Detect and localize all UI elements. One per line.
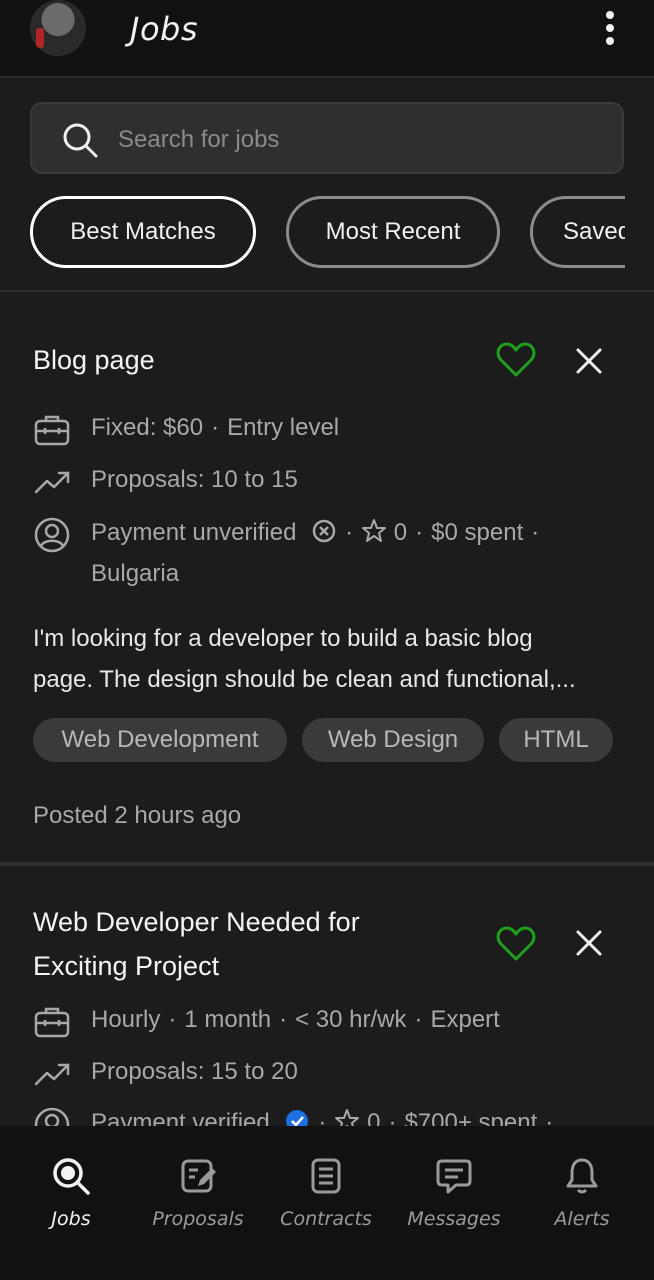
skill-tag[interactable]: Web Development — [33, 718, 287, 762]
experience-level: Entry level — [227, 414, 340, 441]
star-icon — [362, 519, 387, 542]
job-description[interactable]: I'm looking for a developer to build a b… — [33, 618, 623, 700]
proposals-count: Proposals: 10 to 15 — [91, 466, 298, 493]
nav-label: Messages — [407, 1208, 501, 1230]
nav-item-jobs[interactable]: Jobs — [7, 1156, 135, 1246]
heart-icon[interactable] — [496, 926, 536, 962]
nav-label: Jobs — [51, 1208, 91, 1230]
search-input[interactable] — [118, 120, 598, 160]
client-rating: 0 — [393, 519, 408, 546]
posted-time: Posted 2 hours ago — [33, 802, 242, 829]
user-circle-icon — [34, 517, 70, 553]
experience-level: Expert — [430, 1006, 500, 1033]
job-budget: Hourly — [91, 1006, 161, 1033]
more-options-icon[interactable] — [598, 8, 622, 48]
job-type-row: Hourly · 1 month · < 30 hr/wk · Expert — [33, 1002, 633, 1042]
job-budget: Fixed: $60 — [91, 414, 204, 441]
unverified-icon — [312, 519, 336, 543]
job-type-row: Fixed: $60 · Entry level — [33, 410, 633, 450]
tab-most-recent[interactable]: Most Recent — [286, 196, 500, 268]
client-location-row: Bulgaria — [33, 556, 633, 596]
close-icon[interactable] — [574, 928, 604, 958]
client-country: Bulgaria — [91, 560, 180, 587]
bottom-nav: Jobs Proposals Contracts Messages Alerts — [0, 1126, 654, 1280]
page-title: Jobs — [130, 10, 198, 48]
search-icon — [53, 1158, 90, 1195]
search-bar[interactable] — [30, 102, 624, 174]
job-duration: 1 month — [184, 1006, 272, 1033]
skill-tag[interactable]: Web Design — [302, 718, 484, 762]
job-title[interactable]: Blog page — [33, 338, 155, 382]
proposals-row: Proposals: 15 to 20 — [33, 1054, 633, 1094]
payment-status: Payment unverified — [91, 519, 297, 546]
edit-document-icon — [181, 1159, 216, 1193]
job-card[interactable]: Blog page Fixed: $60 · Entry level Proposa… — [0, 294, 654, 866]
briefcase-icon — [34, 1007, 70, 1038]
avatar[interactable] — [30, 0, 86, 56]
trending-up-icon — [34, 1063, 70, 1086]
document-list-icon — [311, 1158, 341, 1194]
job-card[interactable]: Web Developer Needed for Exciting Projec… — [0, 870, 654, 1143]
proposals-count: Proposals: 15 to 20 — [91, 1058, 298, 1085]
trending-up-icon — [34, 471, 70, 494]
nav-item-alerts[interactable]: Alerts — [518, 1156, 646, 1246]
proposals-row: Proposals: 10 to 15 — [33, 462, 633, 502]
filter-tabs: Best Matches Most Recent Saved — [30, 196, 625, 270]
close-icon[interactable] — [574, 346, 604, 376]
client-spent: $0 spent — [431, 519, 524, 546]
nav-item-proposals[interactable]: Proposals — [134, 1156, 262, 1246]
job-hours: < 30 hr/wk — [295, 1006, 407, 1033]
nav-item-contracts[interactable]: Contracts — [262, 1156, 390, 1246]
nav-label: Proposals — [152, 1208, 244, 1230]
heart-icon[interactable] — [496, 342, 536, 378]
job-title[interactable]: Web Developer Needed for Exciting Projec… — [33, 900, 360, 988]
bell-icon — [566, 1158, 598, 1194]
nav-label: Alerts — [554, 1208, 610, 1230]
app-header: Jobs — [0, 0, 654, 78]
nav-label: Contracts — [280, 1208, 372, 1230]
briefcase-icon — [34, 415, 70, 446]
filter-zone: Best Matches Most Recent Saved — [0, 80, 654, 292]
tab-best-matches[interactable]: Best Matches — [30, 196, 256, 268]
chat-icon — [436, 1159, 472, 1194]
client-row: Payment unverified · 0 · $0 spent · — [33, 514, 633, 554]
skill-tag[interactable]: HTML — [499, 718, 613, 762]
tab-saved[interactable]: Saved — [530, 196, 625, 268]
nav-item-messages[interactable]: Messages — [390, 1156, 518, 1246]
search-icon — [63, 123, 98, 158]
